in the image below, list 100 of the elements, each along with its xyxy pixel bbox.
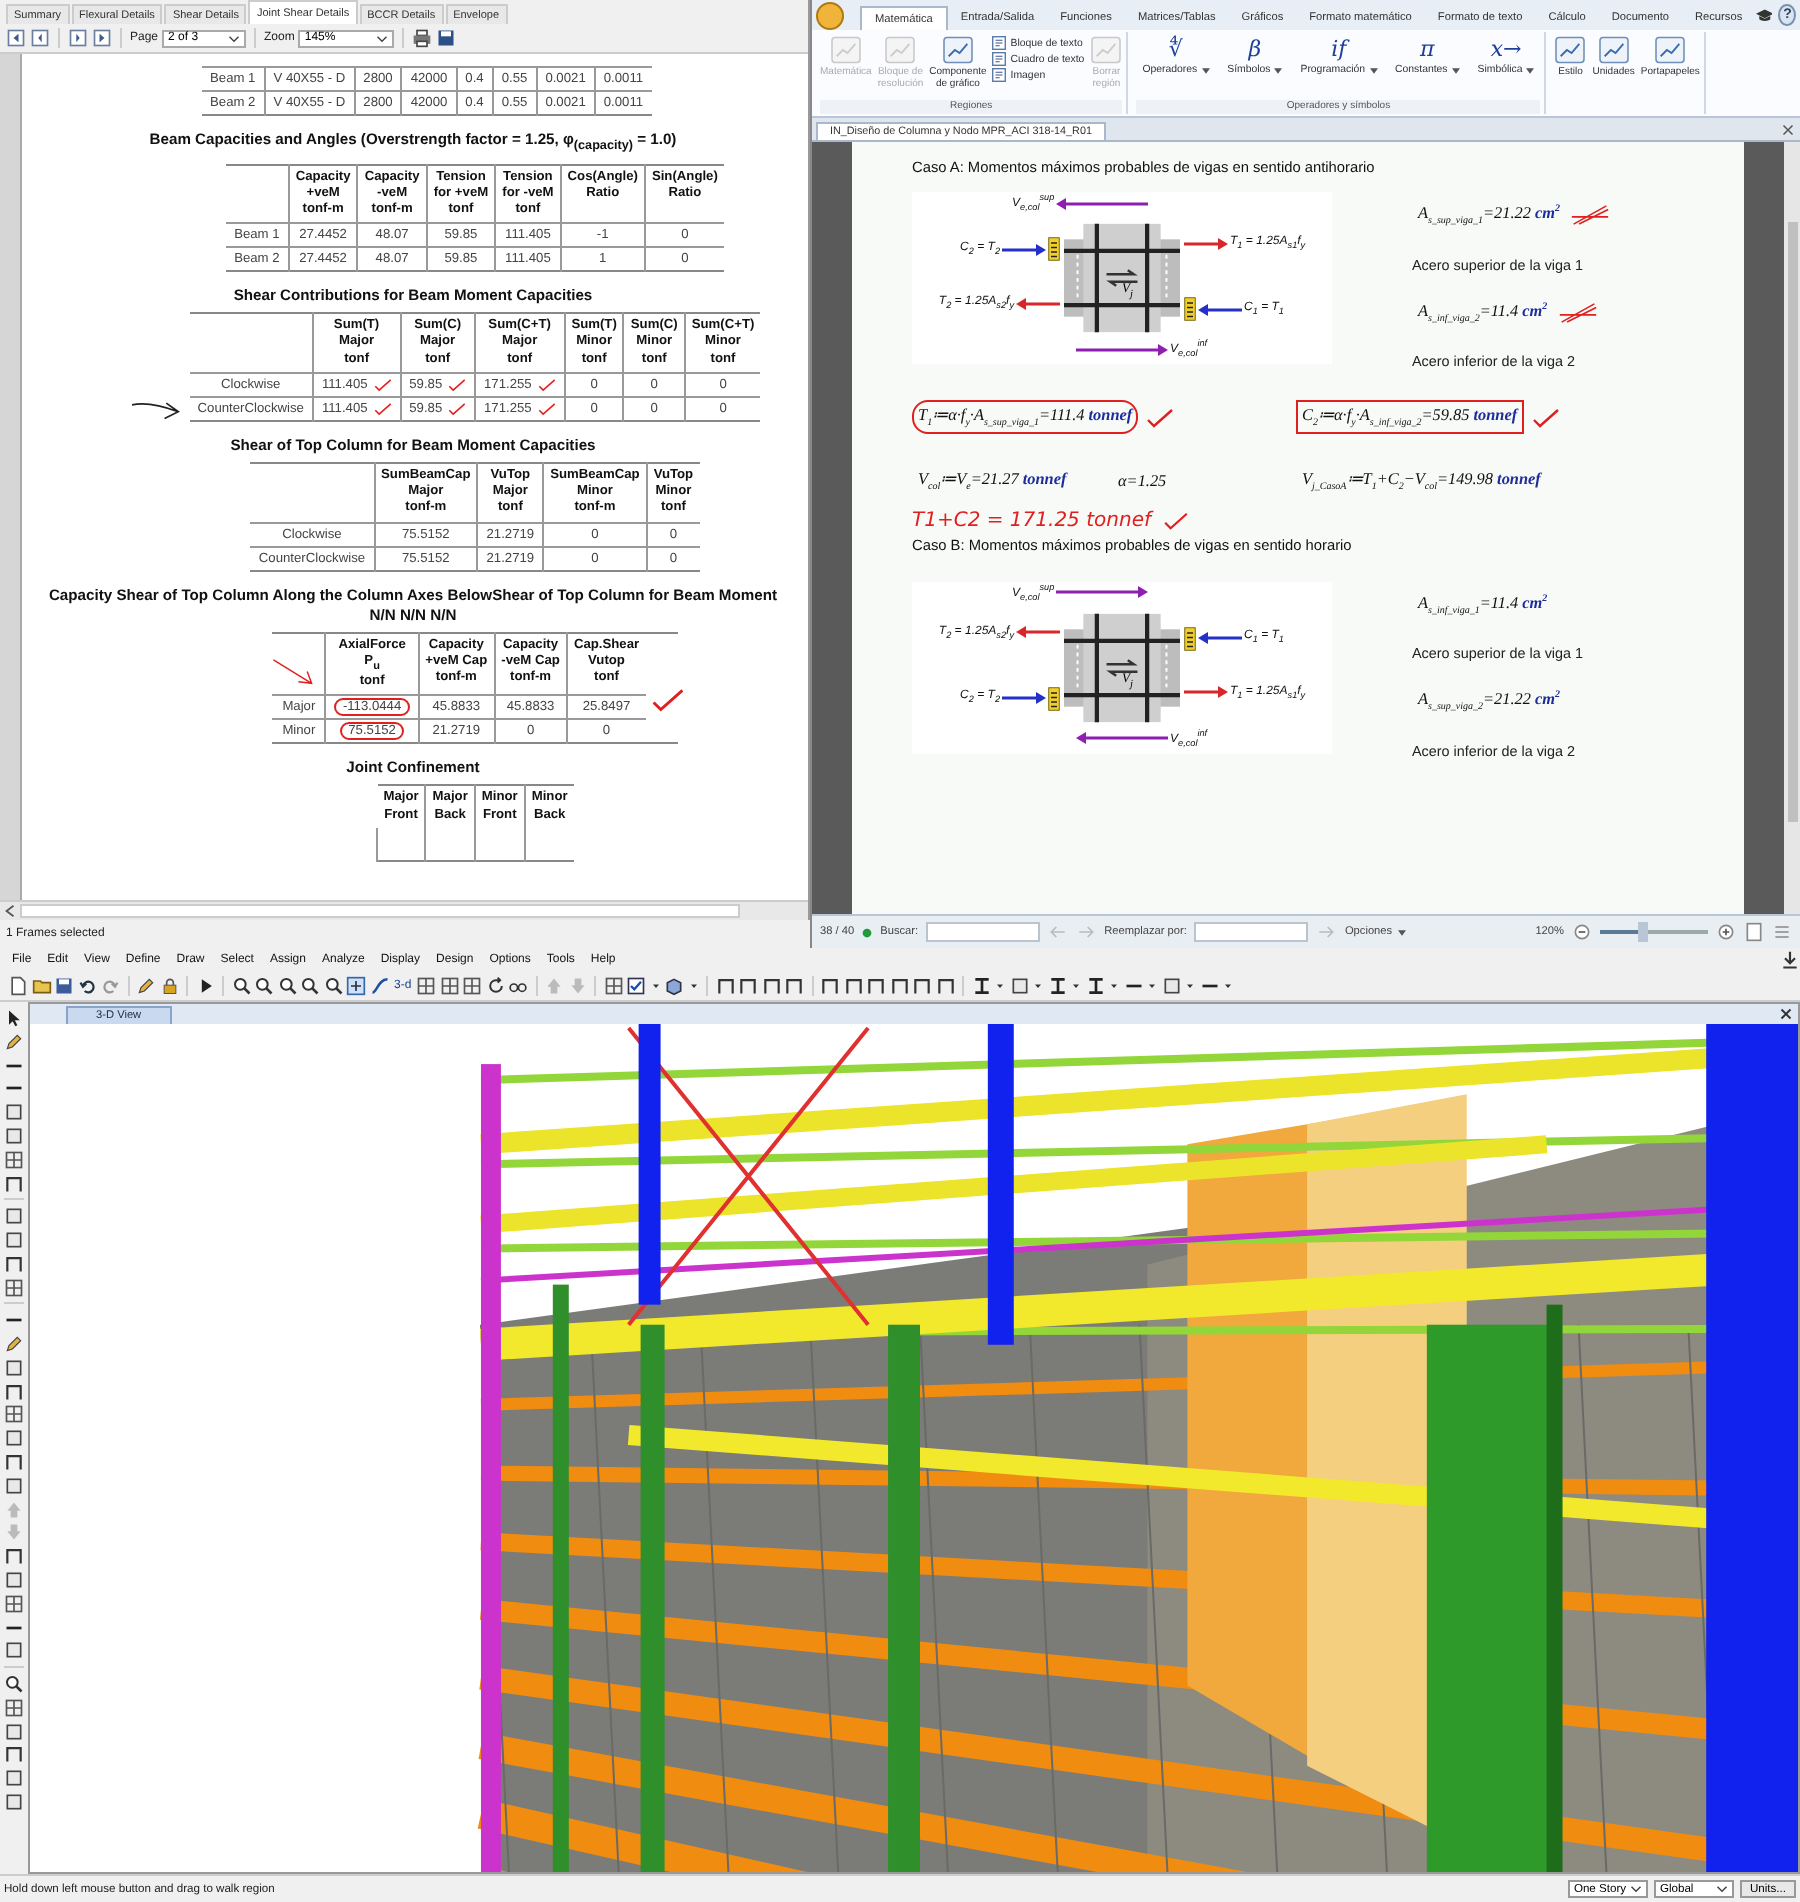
frame-icon[interactable] [4, 1173, 24, 1194]
print-icon[interactable] [412, 28, 433, 48]
dropdown-caret-icon [1398, 929, 1407, 935]
pencil-icon[interactable] [4, 1031, 24, 1052]
rebar-block-icon [1048, 236, 1060, 262]
pencil-icon[interactable] [4, 1333, 24, 1354]
zoom-slider-thumb[interactable] [1600, 922, 1649, 942]
ruler-icon [1597, 36, 1630, 64]
frame-icon[interactable] [866, 976, 887, 996]
i-beam-icon[interactable] [1085, 976, 1106, 996]
formula: C$_{2}$≔α·f$_{y}$·A$_{s_inf_viga_2}$=59.85 tonnef [1296, 400, 1524, 434]
curve-icon[interactable] [369, 976, 389, 996]
grid-view-icon[interactable] [603, 976, 624, 996]
formula: A$_{s_sup_viga_1}$=21.22 cm$^{2}$ [1415, 202, 1563, 232]
zoom-icon[interactable] [231, 976, 251, 996]
dropdown-caret-icon [1369, 67, 1378, 73]
square-icon[interactable] [4, 1206, 24, 1227]
square-icon[interactable] [4, 1475, 24, 1496]
graduation-cap-icon[interactable] [1755, 5, 1773, 25]
open-folder-icon[interactable] [31, 976, 51, 996]
square-icon[interactable] [1161, 976, 1182, 996]
frame-icon[interactable] [784, 976, 805, 996]
math-region-icon [829, 36, 862, 64]
3d-viewport[interactable] [30, 1024, 1798, 1872]
square-icon[interactable] [4, 1640, 24, 1661]
checkbox-icon[interactable] [626, 976, 647, 996]
square-icon[interactable] [4, 1791, 24, 1812]
grid-view-icon[interactable] [4, 1697, 24, 1718]
download-icon[interactable] [1780, 950, 1800, 970]
last-page-icon[interactable] [92, 28, 112, 48]
grid-view-icon[interactable] [4, 1277, 24, 1298]
next-page-icon[interactable] [68, 28, 88, 48]
formula: V$_{col}$≔V$_{e}$=21.27 tonnef [916, 467, 1070, 498]
dropdown-caret-icon [1274, 67, 1283, 73]
zoom-in-icon[interactable] [1716, 922, 1736, 942]
find-field[interactable] [926, 922, 1041, 942]
square-icon[interactable] [4, 1569, 24, 1590]
frame-icon[interactable] [843, 976, 864, 996]
rebar-block-icon [1184, 625, 1196, 652]
square-icon[interactable] [4, 1125, 24, 1146]
frame-icon[interactable] [4, 1451, 24, 1472]
grid-view-icon[interactable] [4, 1149, 24, 1170]
grid-view-icon[interactable] [416, 976, 437, 996]
dropdown-caret-icon [1451, 67, 1460, 73]
square-icon[interactable] [4, 1768, 24, 1789]
frame-icon[interactable] [715, 976, 736, 996]
square-icon[interactable] [1009, 976, 1030, 996]
frame-icon[interactable] [889, 976, 910, 996]
zoom-icon[interactable] [323, 976, 343, 996]
dropdown-caret-icon [228, 33, 241, 43]
frame-icon[interactable] [935, 976, 956, 996]
frame-icon[interactable] [738, 976, 759, 996]
first-page-icon[interactable] [6, 28, 26, 48]
scroll-left-icon[interactable] [4, 904, 16, 918]
frame-icon[interactable] [761, 976, 782, 996]
close-icon[interactable] [1782, 123, 1794, 135]
lock-icon[interactable] [159, 976, 179, 996]
rebar-block-icon [1184, 296, 1196, 322]
frame-icon[interactable] [4, 1744, 24, 1765]
zoom-icon[interactable] [254, 976, 274, 996]
pan-icon[interactable] [346, 976, 366, 996]
new-file-icon[interactable] [8, 976, 28, 996]
square-icon[interactable] [4, 1229, 24, 1250]
solve-block-icon [884, 36, 917, 64]
frame-icon[interactable] [4, 1546, 24, 1567]
dropdown-caret-icon [1715, 1884, 1728, 1894]
save-icon[interactable] [54, 976, 74, 996]
undo-icon[interactable] [77, 976, 97, 996]
i-beam-icon[interactable] [971, 976, 992, 996]
square-icon[interactable] [4, 1428, 24, 1449]
previous-page-icon[interactable] [30, 28, 50, 48]
i-beam-icon[interactable] [1047, 976, 1068, 996]
zoom-icon[interactable] [4, 1673, 24, 1694]
square-icon[interactable] [4, 1102, 24, 1123]
frame-icon[interactable] [4, 1381, 24, 1402]
square-icon[interactable] [4, 1721, 24, 1741]
grid-view-icon[interactable] [4, 1593, 24, 1614]
grid-view-icon[interactable] [4, 1404, 24, 1425]
replace-field[interactable] [1194, 922, 1309, 942]
cube-icon[interactable] [664, 976, 685, 996]
zoom-icon[interactable] [277, 976, 297, 996]
formula: A$_{s_inf_viga_2}$=11.4 cm$^{2}$ [1415, 299, 1550, 329]
hand-drawn-arrow-icon [272, 657, 317, 688]
pointer-icon[interactable] [4, 1008, 24, 1028]
save-icon[interactable] [436, 28, 457, 48]
close-icon[interactable] [1780, 1008, 1792, 1020]
frame-icon[interactable] [4, 1253, 24, 1274]
status-dot-icon [862, 927, 873, 937]
zoom-out-icon[interactable] [1572, 922, 1592, 942]
clipboard-icon [1654, 36, 1687, 64]
zoom-icon[interactable] [300, 976, 320, 996]
frame-icon[interactable] [912, 976, 933, 996]
grid-view-icon[interactable] [462, 976, 483, 996]
rotate-icon[interactable] [485, 976, 506, 996]
frame-icon[interactable] [820, 976, 841, 996]
pencil-icon[interactable] [136, 976, 156, 996]
page-view-icon[interactable] [1744, 922, 1764, 942]
app-menu-button[interactable] [816, 1, 844, 29]
square-icon[interactable] [4, 1357, 24, 1378]
grid-view-icon[interactable] [439, 976, 460, 996]
